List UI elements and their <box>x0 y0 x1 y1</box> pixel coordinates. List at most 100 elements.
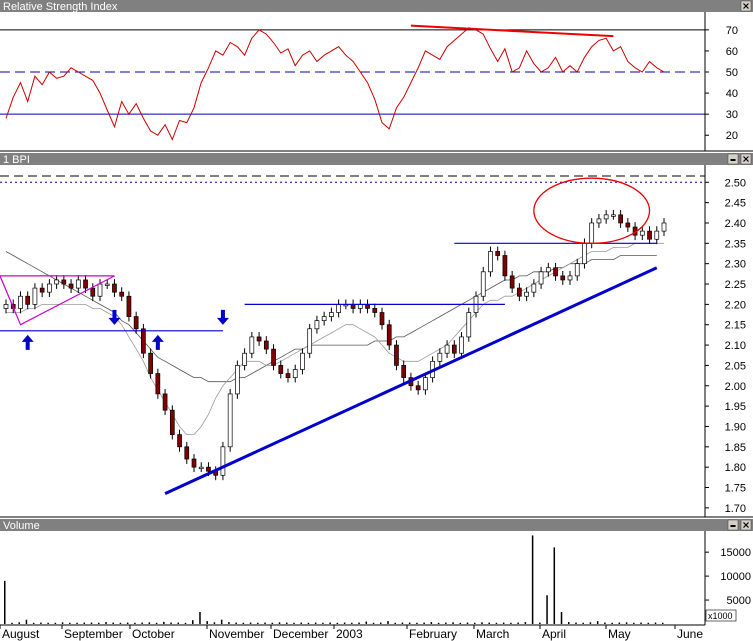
down-candle <box>560 275 566 281</box>
down-candle <box>517 287 522 297</box>
volume-bar <box>11 622 13 624</box>
up-candle <box>589 222 595 244</box>
price-y-tick-label: 1.80 <box>725 462 746 474</box>
down-candle <box>133 316 139 330</box>
volume-plot-area <box>0 531 705 625</box>
down-candle <box>177 434 182 448</box>
up-candle <box>531 283 537 293</box>
volume-bar <box>163 621 165 624</box>
price-y-tick-label: 2.00 <box>725 381 746 393</box>
volume-bar <box>61 622 64 624</box>
volume-bar <box>517 622 519 624</box>
down-candle <box>25 295 31 305</box>
down-candle <box>119 291 125 297</box>
volume-bar <box>228 622 230 624</box>
volume-bar <box>40 622 42 624</box>
rsi-y-tick-label: 30 <box>726 109 738 121</box>
rsi-close-button[interactable] <box>740 0 752 12</box>
down-candle <box>625 222 631 228</box>
up-candle <box>220 446 226 476</box>
price-y-tick-label: 2.30 <box>725 259 746 271</box>
volume-bar <box>264 622 266 624</box>
volume-bar <box>83 622 86 624</box>
volume-close-button[interactable] <box>740 519 752 531</box>
x-tick-label: September <box>64 627 123 641</box>
up-candle <box>488 251 493 273</box>
volume-bar <box>54 622 57 624</box>
up-candle <box>104 283 110 286</box>
volume-bar <box>155 622 158 624</box>
x-tick-label: August <box>2 627 40 641</box>
volume-unit: x1000 <box>708 611 733 621</box>
volume-bar <box>560 612 563 624</box>
down-candle <box>169 409 175 435</box>
volume-bar <box>242 622 245 624</box>
rsi-y-tick-label: 70 <box>726 25 738 37</box>
rsi-title: Relative Strength Index <box>3 1 118 13</box>
down-candle <box>148 352 153 374</box>
price-title-bar <box>0 153 753 165</box>
up-candle <box>596 218 602 224</box>
down-candle <box>68 283 74 289</box>
price-close-button[interactable] <box>740 153 752 165</box>
volume-bar <box>633 622 635 624</box>
volume-bar <box>220 619 223 624</box>
up-candle <box>242 352 247 366</box>
volume-bar <box>452 622 454 624</box>
price-y-tick-label: 2.15 <box>725 320 746 332</box>
x-tick-label: 2003 <box>336 627 363 641</box>
price-y-tick-label: 2.25 <box>725 279 746 291</box>
down-candle <box>126 295 132 317</box>
volume-y-tick-label: 15000 <box>720 547 751 559</box>
minimize-icon <box>730 159 736 161</box>
down-candle <box>365 304 370 309</box>
price-y-tick-label: 1.75 <box>725 483 746 495</box>
volume-bar <box>459 622 462 624</box>
rsi-y-tick-label: 20 <box>726 130 738 142</box>
volume-bar <box>662 622 664 624</box>
volume-bar <box>112 622 114 624</box>
volume-bar <box>192 620 194 624</box>
up-candle <box>18 295 23 309</box>
up-candle <box>437 352 443 362</box>
up-candle <box>661 222 667 232</box>
x-tick-label: June <box>677 627 703 641</box>
volume-title-bar <box>0 519 753 531</box>
price-y-tick-label: 2.05 <box>725 360 746 372</box>
volume-bar <box>4 580 6 624</box>
volume-bar <box>654 622 657 624</box>
down-candle <box>553 267 558 277</box>
down-candle <box>350 304 356 309</box>
x-tick-label: November <box>209 627 264 641</box>
up-candle <box>3 304 9 309</box>
volume-bar <box>76 622 78 624</box>
volume-bar <box>387 621 389 624</box>
up-candle <box>198 466 204 470</box>
down-candle <box>141 328 146 354</box>
volume-y-tick-label: 5000 <box>727 595 751 607</box>
volume-bar <box>126 622 129 624</box>
rsi-panel: Relative Strength Index 70 60 50 40 30 20 <box>0 0 753 152</box>
x-tick-label: May <box>608 627 631 641</box>
down-candle <box>184 446 190 460</box>
price-y-tick-label: 1.90 <box>725 421 746 433</box>
up-candle <box>97 283 103 297</box>
rsi-y-tick-label: 50 <box>726 67 738 79</box>
up-candle <box>235 365 240 395</box>
minimize-icon <box>730 525 736 527</box>
volume-bar <box>611 622 613 624</box>
volume-bar <box>235 622 237 624</box>
up-candle <box>538 271 544 285</box>
down-candle <box>495 251 501 256</box>
volume-bar <box>582 622 584 624</box>
price-minimize-button[interactable] <box>727 153 739 165</box>
down-candle <box>83 279 88 289</box>
volume-bar <box>575 622 577 624</box>
volume-minimize-button[interactable] <box>727 519 739 531</box>
up-candle <box>329 312 334 317</box>
up-candle <box>654 230 660 240</box>
price-y-tick-label: 2.10 <box>725 340 746 352</box>
up-candle <box>524 291 529 297</box>
volume-bar <box>394 622 396 624</box>
up-candle <box>292 369 298 378</box>
